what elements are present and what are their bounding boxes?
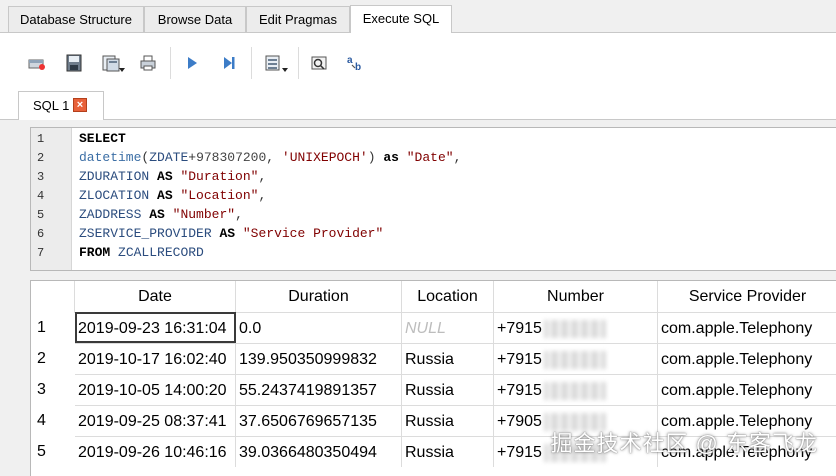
line-number: 4: [37, 189, 45, 203]
sql-line-5: ZADDRESS AS "Number",: [79, 207, 243, 222]
table-cell-service-provider[interactable]: com.apple.Telephony: [658, 343, 836, 374]
row-number[interactable]: 2: [37, 350, 46, 368]
close-icon[interactable]: ×: [73, 98, 87, 112]
table-cell-duration[interactable]: 0.0: [236, 312, 402, 343]
redacted-blur: [543, 350, 606, 369]
tab-browse-data[interactable]: Browse Data: [144, 6, 246, 32]
print-icon[interactable]: [138, 53, 158, 73]
open-tab-icon[interactable]: [27, 53, 47, 73]
row-number[interactable]: 5: [37, 443, 46, 461]
row-number[interactable]: 3: [37, 381, 46, 399]
column-header-location[interactable]: Location: [402, 281, 494, 313]
line-number-gutter: 1 2 3 4 5 6 7: [31, 128, 72, 270]
watermark: 掘金技术社区 @ 东客飞龙: [550, 431, 818, 456]
row-header-corner[interactable]: [31, 281, 75, 313]
table-cell-location[interactable]: Russia: [402, 374, 494, 405]
sql-tab-label: SQL 1: [33, 98, 70, 113]
table-cell-location[interactable]: NULL: [402, 312, 494, 343]
save-results-icon[interactable]: [263, 53, 283, 73]
line-number: 1: [37, 132, 45, 146]
find-icon[interactable]: [309, 53, 329, 73]
tab-edit-pragmas[interactable]: Edit Pragmas: [246, 6, 350, 32]
number-prefix: +7915: [497, 444, 542, 461]
column-header-service-provider[interactable]: Service Provider: [658, 281, 836, 313]
chevron-down-icon[interactable]: [282, 68, 288, 72]
execute-all-icon[interactable]: [182, 53, 202, 73]
sql-line-7: FROM ZCALLRECORD: [79, 245, 204, 260]
number-prefix: +7915: [497, 382, 542, 399]
table-cell-date[interactable]: 2019-10-17 16:02:40: [75, 343, 236, 374]
sql-line-6: ZSERVICE_PROVIDER AS "Service Provider": [79, 226, 384, 241]
open-sql-file-icon[interactable]: [64, 53, 84, 73]
table-cell-date[interactable]: 2019-09-25 08:37:41: [75, 405, 236, 436]
line-number: 5: [37, 208, 45, 222]
svg-text:a: a: [347, 55, 353, 66]
redacted-blur: [543, 381, 606, 400]
number-prefix: +7915: [497, 320, 542, 337]
table-cell-number[interactable]: +7915: [494, 374, 658, 405]
tab-execute-sql[interactable]: Execute SQL: [350, 5, 452, 33]
sql-editor[interactable]: 1 2 3 4 5 6 7 SELECT datetime(ZDATE+9783…: [30, 127, 836, 271]
sql-line-3: ZDURATION AS "Duration",: [79, 169, 267, 184]
main-tab-bar: Database Structure Browse Data Edit Prag…: [0, 0, 836, 33]
table-cell-service-provider[interactable]: com.apple.Telephony: [658, 374, 836, 405]
execute-line-icon[interactable]: [219, 53, 239, 73]
sql-line-1: SELECT: [79, 131, 126, 146]
table-cell-service-provider[interactable]: com.apple.Telephony: [658, 312, 836, 343]
table-cell-date[interactable]: 2019-09-26 10:46:16: [75, 436, 236, 467]
sql-toolbar: a b: [0, 33, 836, 91]
find-replace-icon[interactable]: a b: [346, 53, 366, 73]
svg-text:b: b: [355, 62, 361, 73]
table-cell-location[interactable]: Russia: [402, 343, 494, 374]
row-number[interactable]: 4: [37, 412, 46, 430]
number-prefix: +7915: [497, 351, 542, 368]
table-cell-date[interactable]: 2019-09-23 16:31:04: [75, 312, 236, 343]
table-cell-location[interactable]: Russia: [402, 436, 494, 467]
number-prefix: +7905: [497, 413, 542, 430]
redacted-blur: [543, 319, 606, 338]
line-number: 7: [37, 246, 45, 260]
line-number: 6: [37, 227, 45, 241]
table-cell-number[interactable]: +7915: [494, 343, 658, 374]
sql-line-4: ZLOCATION AS "Location",: [79, 188, 267, 203]
tab-database-structure[interactable]: Database Structure: [8, 6, 144, 32]
line-number: 2: [37, 151, 45, 165]
table-cell-duration[interactable]: 55.2437419891357: [236, 374, 402, 405]
table-cell-date[interactable]: 2019-10-05 14:00:20: [75, 374, 236, 405]
table-cell-location[interactable]: Russia: [402, 405, 494, 436]
row-number[interactable]: 1: [37, 319, 46, 337]
table-cell-duration[interactable]: 37.6506769657135: [236, 405, 402, 436]
table-cell-duration[interactable]: 139.950350999832: [236, 343, 402, 374]
tab-sql-1[interactable]: SQL 1 ×: [18, 91, 104, 120]
table-cell-number[interactable]: +7915: [494, 312, 658, 343]
column-header-duration[interactable]: Duration: [236, 281, 402, 313]
sql-editor-tab-bar: SQL 1 ×: [0, 91, 836, 120]
sql-line-2: datetime(ZDATE+978307200, 'UNIXEPOCH') a…: [79, 150, 462, 165]
line-number: 3: [37, 170, 45, 184]
table-cell-duration[interactable]: 39.0366480350494: [236, 436, 402, 467]
save-sql-file-icon[interactable]: [101, 53, 121, 73]
column-header-date[interactable]: Date: [75, 281, 236, 313]
column-header-number[interactable]: Number: [494, 281, 658, 313]
chevron-down-icon[interactable]: [119, 68, 125, 72]
